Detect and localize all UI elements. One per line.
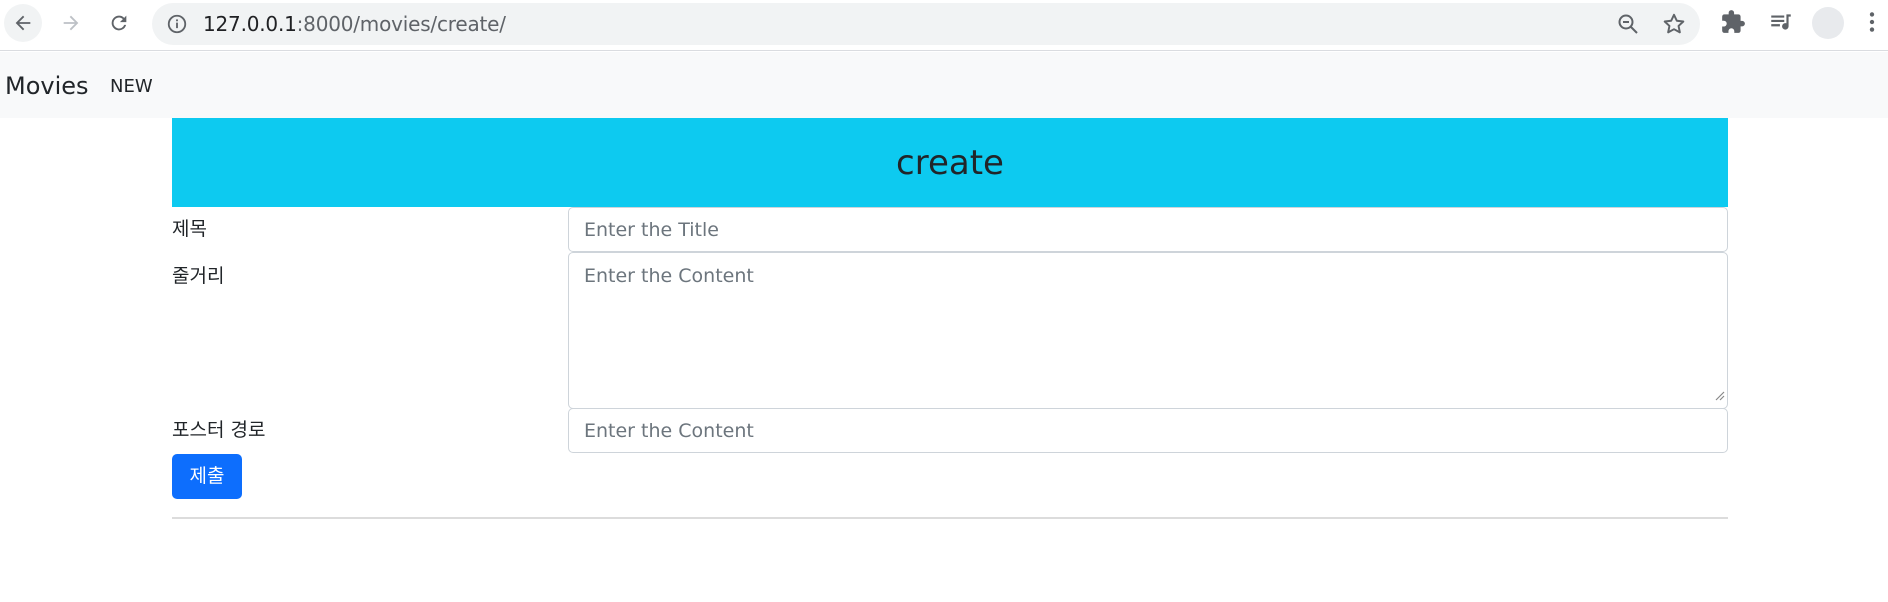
- poster-label: 포스터 경로: [172, 419, 266, 441]
- forward-arrow-icon: [63, 15, 79, 31]
- url-text: 127.0.0.1:8000/movies/create/: [203, 12, 506, 36]
- site-info-icon[interactable]: [166, 13, 188, 39]
- bookmark-star-icon[interactable]: [1661, 11, 1687, 41]
- page-header: create: [172, 118, 1728, 207]
- back-button[interactable]: [4, 4, 42, 42]
- submit-button[interactable]: 제출: [172, 454, 242, 499]
- poster-form-row: 포스터 경로 Enter the Content: [172, 408, 1728, 454]
- content-form-row: 줄거리 Enter the Content: [172, 252, 1728, 410]
- reading-list-icon[interactable]: [1767, 9, 1795, 39]
- reload-button[interactable]: [100, 4, 138, 42]
- browser-toolbar: 127.0.0.1:8000/movies/create/: [0, 0, 1888, 51]
- site-navbar: Movies NEW: [0, 52, 1888, 118]
- url-host: 127.0.0.1: [203, 12, 297, 36]
- title-input[interactable]: Enter the Title: [568, 207, 1728, 252]
- back-arrow-icon: [15, 15, 31, 31]
- title-label: 제목: [172, 218, 207, 240]
- url-path: :8000/movies/create/: [296, 12, 506, 36]
- forward-button[interactable]: [52, 4, 90, 42]
- navbar-brand[interactable]: Movies: [5, 72, 89, 100]
- more-menu-icon[interactable]: [1868, 9, 1876, 39]
- poster-placeholder: Enter the Content: [584, 419, 754, 442]
- content-placeholder: Enter the Content: [584, 265, 754, 287]
- nav-link-new[interactable]: NEW: [110, 76, 153, 98]
- divider: [172, 517, 1728, 519]
- title-form-row: 제목 Enter the Title: [172, 207, 1728, 253]
- zoom-out-icon[interactable]: [1616, 12, 1640, 40]
- profile-avatar-icon[interactable]: [1812, 7, 1844, 39]
- reload-icon: [111, 15, 127, 31]
- title-placeholder: Enter the Title: [584, 218, 719, 241]
- content-label: 줄거리: [172, 265, 225, 287]
- content-textarea[interactable]: Enter the Content: [568, 252, 1728, 409]
- main-container: create 제목 Enter the Title 줄거리 Enter the …: [172, 118, 1728, 519]
- resize-grip-icon[interactable]: [1713, 384, 1725, 406]
- page-title: create: [896, 142, 1004, 183]
- poster-path-input[interactable]: Enter the Content: [568, 408, 1728, 453]
- extensions-puzzle-icon[interactable]: [1720, 9, 1746, 39]
- address-bar[interactable]: 127.0.0.1:8000/movies/create/: [152, 3, 1700, 45]
